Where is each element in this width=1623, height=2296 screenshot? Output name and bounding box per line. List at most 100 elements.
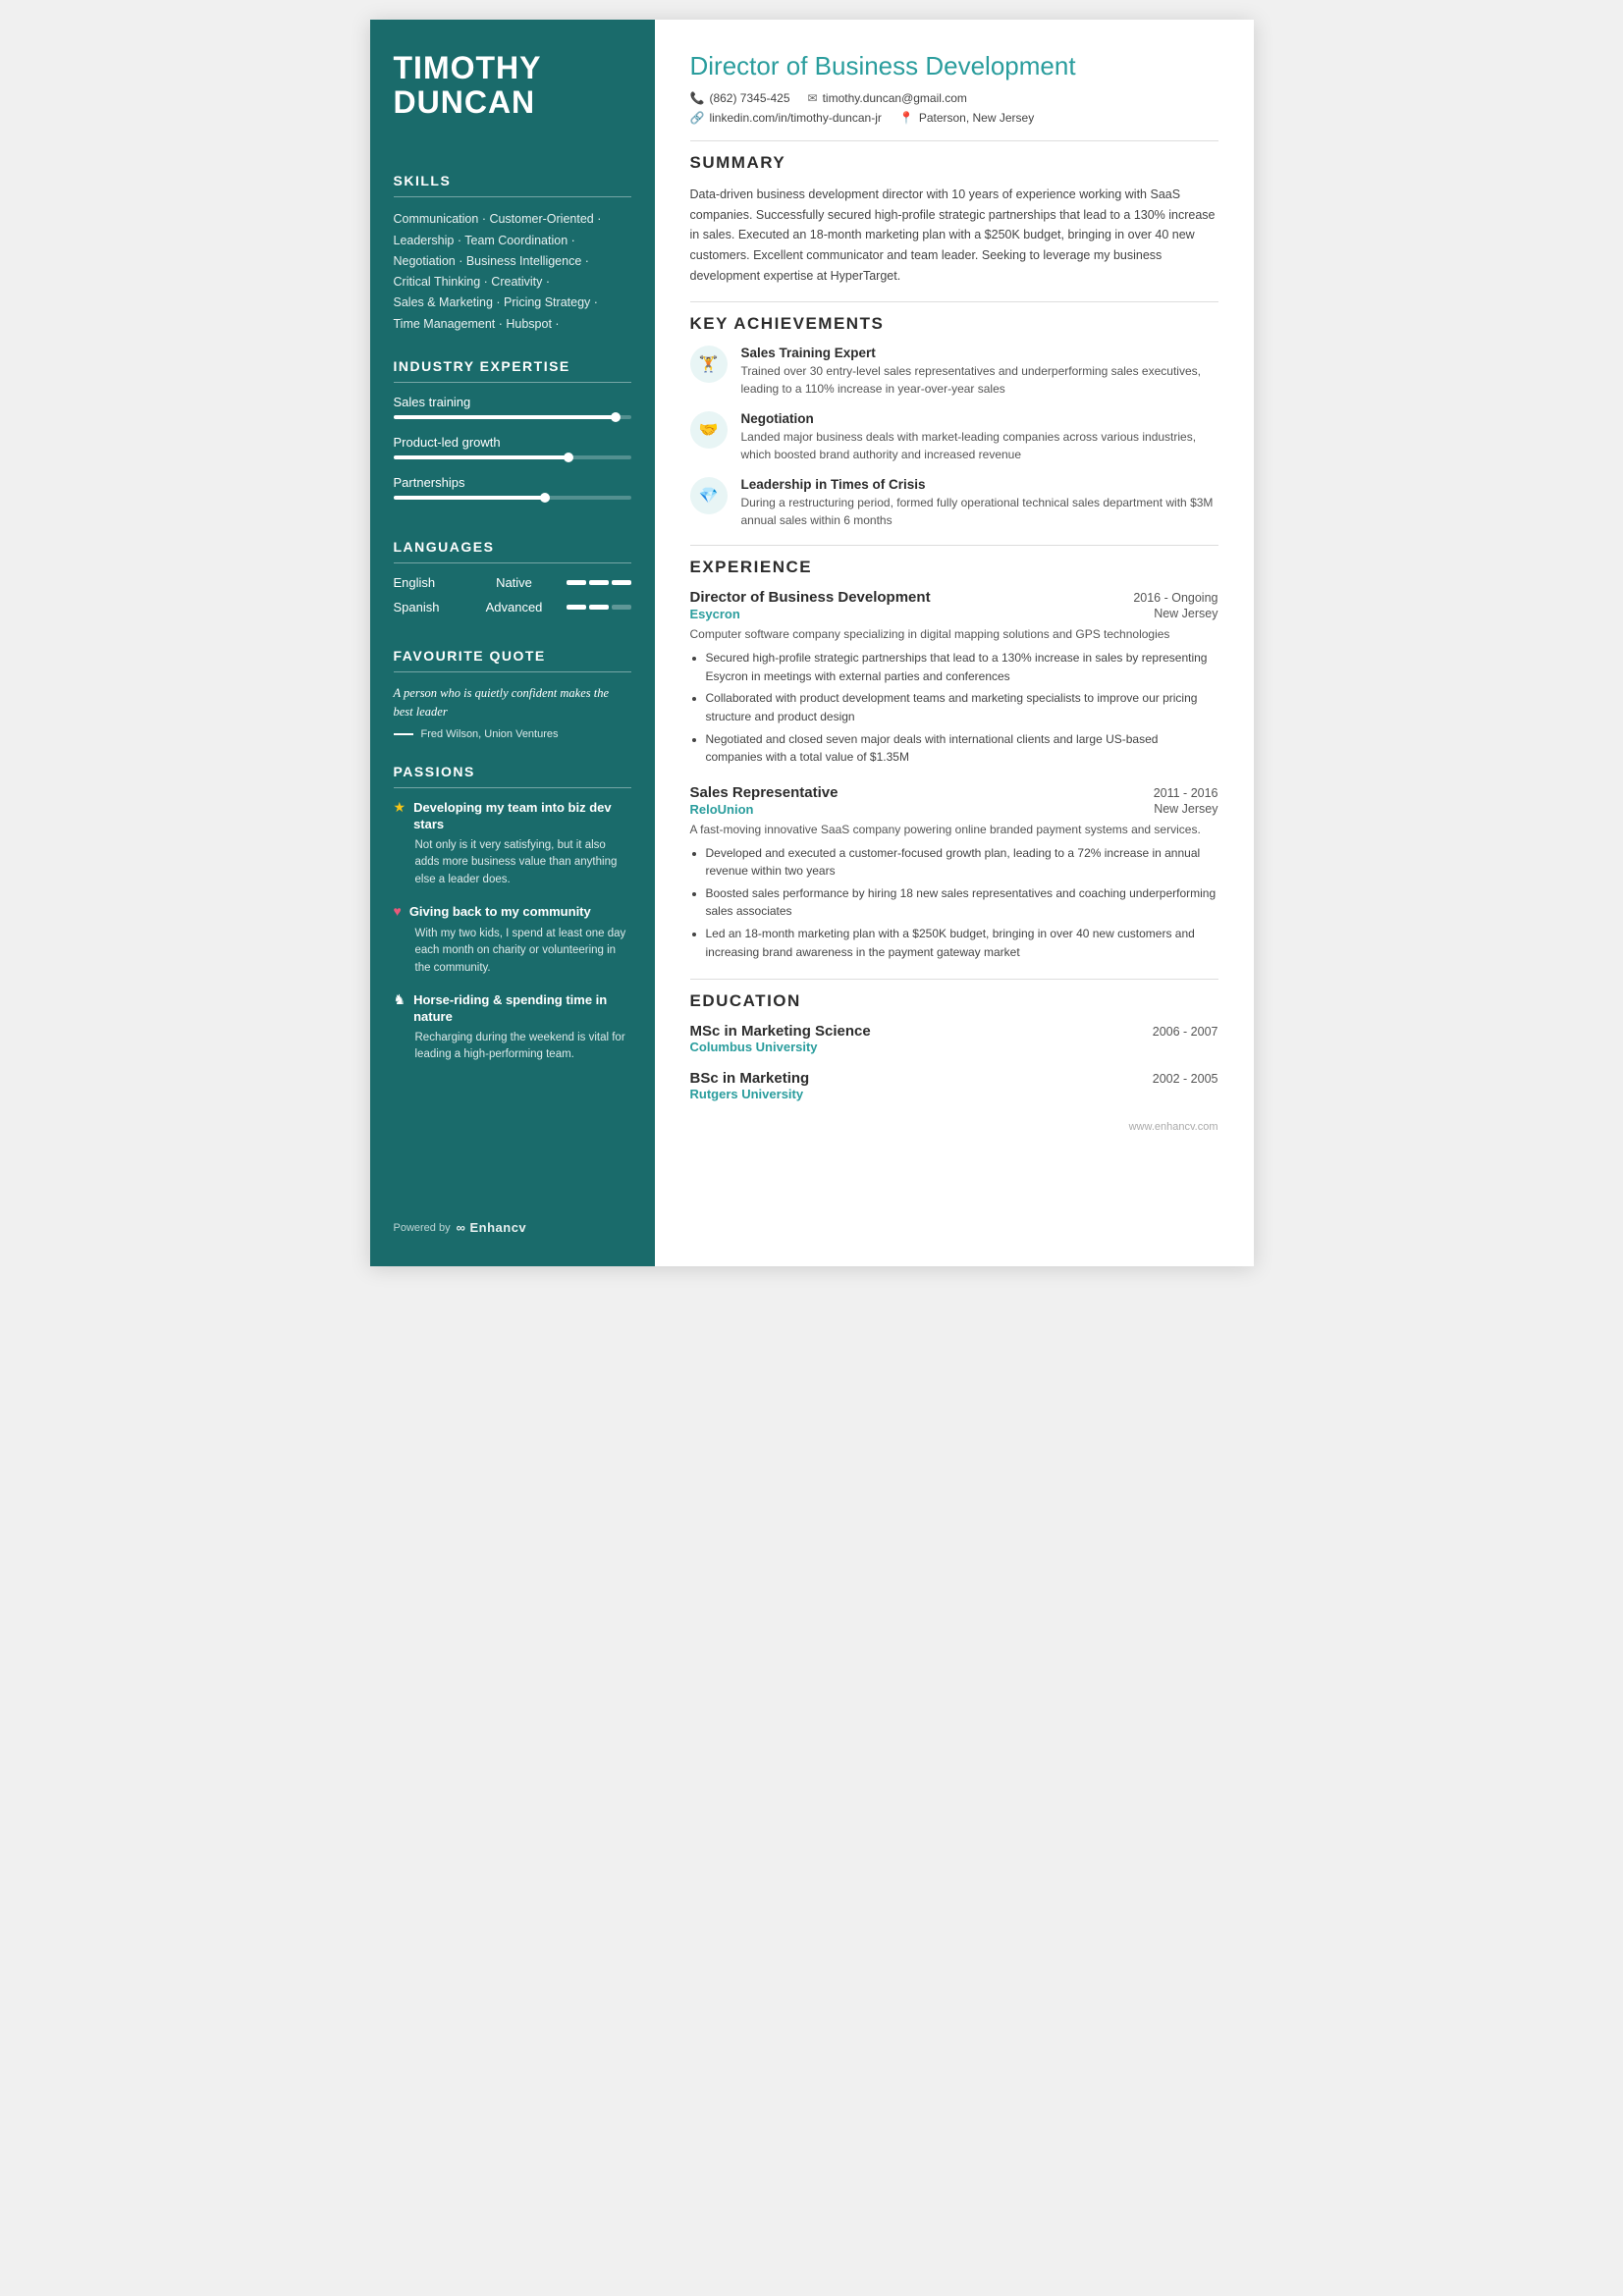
edu-item-1: MSc in Marketing Science 2006 - 2007 Col… [690, 1023, 1218, 1054]
experience-item-1: Director of Business Development 2016 - … [690, 589, 1218, 767]
expertise-bar-fill-3 [394, 496, 548, 500]
achievement-icon-3: 💎 [690, 477, 728, 514]
lang-name-spanish: Spanish [394, 600, 462, 614]
sidebar: TIMOTHY DUNCAN SKILLS Communication · Cu… [370, 20, 655, 1266]
lang-seg-1 [567, 580, 586, 585]
expertise-item-1: Sales training [394, 395, 631, 419]
passion-title-1: Developing my team into biz dev stars [413, 800, 630, 833]
lang-seg-s3 [612, 605, 631, 610]
quote-author: Fred Wilson, Union Ventures [421, 728, 559, 740]
edu-school-1: Columbus University [690, 1040, 1218, 1054]
lang-seg-s2 [589, 605, 609, 610]
achievement-title-1: Sales Training Expert [741, 346, 1218, 360]
exp-bullet-1-1: Secured high-profile strategic partnersh… [706, 649, 1218, 685]
achievement-title-2: Negotiation [741, 411, 1218, 426]
exp-bullet-1-3: Negotiated and closed seven major deals … [706, 730, 1218, 767]
expertise-label-3: Partnerships [394, 475, 631, 490]
exp-bullet-2-3: Led an 18-month marketing plan with a $2… [706, 925, 1218, 961]
experience-section-title: EXPERIENCE [690, 558, 1218, 577]
achievement-content-2: Negotiation Landed major business deals … [741, 411, 1218, 463]
exp-sub-2: ReloUnion New Jersey [690, 802, 1218, 817]
quote-title: FAVOURITE QUOTE [394, 648, 631, 664]
language-row-english: English Native [394, 575, 631, 590]
passion-header-2: ♥ Giving back to my community [394, 904, 631, 922]
quote-text: A person who is quietly confident makes … [394, 684, 631, 721]
passion-item-2: ♥ Giving back to my community With my tw… [394, 904, 631, 977]
phone-text: (862) 7345-425 [709, 91, 789, 105]
enhancv-logo: ∞ Enhancv [457, 1220, 527, 1235]
expertise-item-2: Product-led growth [394, 435, 631, 459]
edu-school-2: Rutgers University [690, 1087, 1218, 1101]
languages-divider [394, 562, 631, 563]
passion-title-3: Horse-riding & spending time in nature [413, 992, 630, 1026]
expertise-divider [394, 382, 631, 383]
summary-section-title: SUMMARY [690, 153, 1218, 173]
edu-degree-2: BSc in Marketing [690, 1070, 810, 1087]
exp-date-2: 2011 - 2016 [1154, 786, 1218, 800]
exp-bullets-2: Developed and executed a customer-focuse… [690, 844, 1218, 962]
quote-author-line: Fred Wilson, Union Ventures [394, 728, 631, 740]
lang-seg-3 [612, 580, 631, 585]
email-text: timothy.duncan@gmail.com [823, 91, 967, 105]
edu-header-1: MSc in Marketing Science 2006 - 2007 [690, 1023, 1218, 1040]
lang-bar-spanish [567, 605, 631, 610]
contact-phone: 📞 (862) 7345-425 [690, 91, 790, 105]
achievement-item-3: 💎 Leadership in Times of Crisis During a… [690, 477, 1218, 529]
quote-dash-icon [394, 733, 413, 735]
achievements-section-title: KEY ACHIEVEMENTS [690, 314, 1218, 334]
expertise-bar-track-3 [394, 496, 631, 500]
exp-header-2: Sales Representative 2011 - 2016 [690, 784, 1218, 801]
exp-title-1: Director of Business Development [690, 589, 931, 606]
passions-title: PASSIONS [394, 764, 631, 779]
edu-header-2: BSc in Marketing 2002 - 2005 [690, 1070, 1218, 1087]
passion-header-3: ♞ Horse-riding & spending time in nature [394, 992, 631, 1026]
resume: TIMOTHY DUNCAN SKILLS Communication · Cu… [370, 20, 1254, 1266]
achievement-content-3: Leadership in Times of Crisis During a r… [741, 477, 1218, 529]
expertise-label-1: Sales training [394, 395, 631, 409]
exp-location-2: New Jersey [1154, 802, 1217, 817]
expertise-bar-fill-1 [394, 415, 620, 419]
achievement-icon-dumbbell: 🏋 [699, 354, 719, 374]
passion-desc-1: Not only is it very satisfying, but it a… [394, 837, 631, 888]
lang-seg-s1 [567, 605, 586, 610]
passion-icon-horse: ♞ [394, 992, 406, 1010]
exp-title-2: Sales Representative [690, 784, 839, 801]
education-section-title: EDUCATION [690, 991, 1218, 1011]
exp-bullet-2-1: Developed and executed a customer-focuse… [706, 844, 1218, 881]
lang-level-english: Native [480, 575, 549, 590]
contact-row-2: 🔗 linkedin.com/in/timothy-duncan-jr 📍 Pa… [690, 111, 1218, 125]
exp-desc-2: A fast-moving innovative SaaS company po… [690, 821, 1218, 838]
achievement-icon-handshake: 🤝 [699, 420, 719, 440]
expertise-label-2: Product-led growth [394, 435, 631, 450]
lang-level-spanish: Advanced [480, 600, 549, 614]
achievement-item-1: 🏋 Sales Training Expert Trained over 30 … [690, 346, 1218, 398]
linkedin-text: linkedin.com/in/timothy-duncan-jr [709, 111, 881, 125]
lang-seg-2 [589, 580, 609, 585]
exp-bullet-2-2: Boosted sales performance by hiring 18 n… [706, 884, 1218, 921]
footer: www.enhancv.com [690, 1121, 1218, 1133]
achievement-desc-2: Landed major business deals with market-… [741, 428, 1218, 463]
edu-item-2: BSc in Marketing 2002 - 2005 Rutgers Uni… [690, 1070, 1218, 1101]
expertise-bar-track-2 [394, 455, 631, 459]
expertise-bar-dot-2 [564, 453, 573, 462]
skills-text: Communication · Customer-Oriented · Lead… [394, 209, 631, 335]
edu-date-1: 2006 - 2007 [1153, 1025, 1218, 1039]
exp-desc-1: Computer software company specializing i… [690, 625, 1218, 643]
achievements-divider [690, 301, 1218, 302]
phone-icon: 📞 [690, 91, 705, 105]
exp-company-2: ReloUnion [690, 802, 754, 817]
exp-header-1: Director of Business Development 2016 - … [690, 589, 1218, 606]
passion-desc-3: Recharging during the weekend is vital f… [394, 1030, 631, 1064]
passion-header-1: ★ Developing my team into biz dev stars [394, 800, 631, 833]
achievement-icon-2: 🤝 [690, 411, 728, 449]
achievement-desc-3: During a restructuring period, formed fu… [741, 494, 1218, 529]
achievement-title-3: Leadership in Times of Crisis [741, 477, 1218, 492]
exp-sub-1: Esycron New Jersey [690, 607, 1218, 621]
edu-degree-1: MSc in Marketing Science [690, 1023, 871, 1040]
job-title: Director of Business Development [690, 51, 1218, 81]
expertise-bar-fill-2 [394, 455, 572, 459]
contact-linkedin: 🔗 linkedin.com/in/timothy-duncan-jr [690, 111, 882, 125]
achievement-icon-diamond: 💎 [699, 486, 719, 506]
contact-location: 📍 Paterson, New Jersey [899, 111, 1034, 125]
lang-bar-english [567, 580, 631, 585]
